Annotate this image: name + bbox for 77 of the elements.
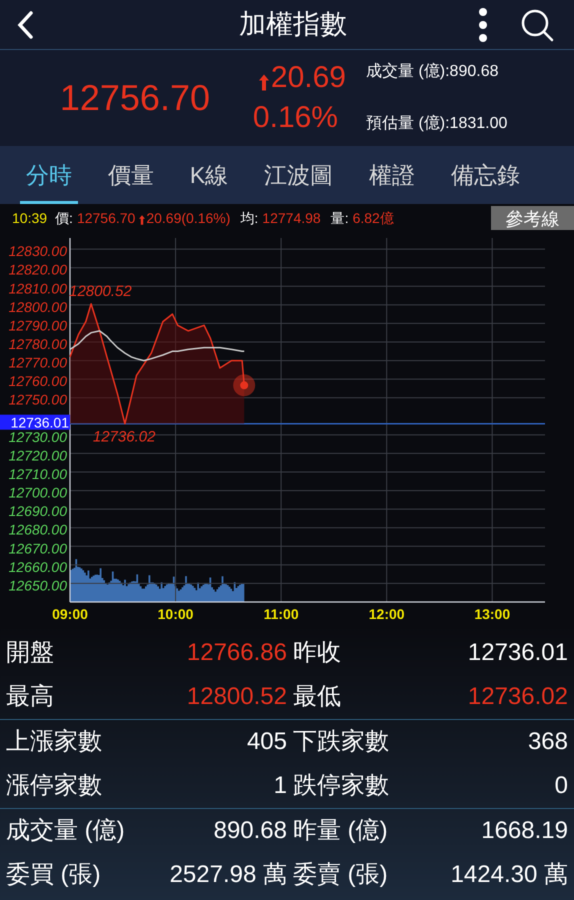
stat-label: 委買 (張) — [6, 860, 101, 890]
x-axis-label: 12:00 — [368, 606, 405, 622]
page-title: 加權指數 — [238, 8, 348, 42]
change-value: 20.69 — [270, 60, 346, 96]
stat-value: 12766.86 — [186, 638, 287, 668]
up-arrow-icon — [258, 74, 269, 90]
volume-text: 成交量 (億):890.68 — [366, 62, 500, 82]
stat-label: 委賣 (張) — [293, 860, 388, 890]
stat-label: 昨量 (億) — [293, 816, 388, 846]
tab[interactable]: K線 — [184, 146, 234, 204]
reference-value-tag: 12736.01 — [0, 414, 70, 431]
tab[interactable]: 價量 — [102, 146, 160, 204]
stat-value: 12736.02 — [468, 682, 568, 712]
stat-label: 跌停家數 — [293, 771, 389, 801]
y-axis-label: 12730.00 — [8, 428, 67, 445]
y-axis-label: 12720.00 — [8, 447, 67, 464]
index-price: 12756.70 — [58, 76, 210, 120]
y-axis-label: 12790.00 — [8, 317, 67, 334]
stat-label: 上漲家數 — [6, 727, 102, 757]
y-axis-label: 12770.00 — [8, 354, 67, 371]
y-axis-label: 12830.00 — [8, 243, 67, 260]
y-axis-label: 12800.00 — [8, 298, 67, 315]
price-label: 價: — [55, 208, 73, 228]
stat-label: 最低 — [293, 682, 341, 712]
stat-value: 12736.01 — [468, 638, 568, 668]
stat-label: 下跌家數 — [293, 727, 389, 757]
average-label: 均: — [240, 208, 258, 228]
y-axis-label: 12670.00 — [8, 540, 67, 556]
stat-value: 1424.30 萬 — [450, 860, 568, 890]
stat-value: 2527.98 萬 — [170, 860, 287, 890]
back-icon — [16, 10, 36, 40]
stat-label: 成交量 (億) — [6, 816, 125, 846]
search-button[interactable] — [520, 8, 554, 42]
stat-value: 890.68 — [214, 816, 287, 846]
tab[interactable]: 權證 — [363, 146, 422, 204]
tab[interactable]: 江波圖 — [258, 146, 340, 204]
stat-value: 405 — [246, 727, 287, 757]
tab[interactable]: 備忘錄 — [444, 146, 526, 204]
stat-label: 開盤 — [6, 638, 54, 668]
stat-value: 1 — [274, 771, 287, 801]
volume-value: 6.82億 — [352, 208, 394, 228]
price-value: 12756.70 — [76, 208, 136, 228]
y-axis-label: 12710.00 — [8, 466, 67, 482]
current-point — [233, 374, 256, 396]
x-axis-label: 09:00 — [52, 606, 88, 622]
time-text: 10:39 — [12, 208, 48, 228]
y-axis-label: 12820.00 — [8, 262, 67, 278]
x-axis-label: 11:00 — [264, 606, 299, 622]
stat-value: 12800.52 — [186, 682, 287, 712]
stat-label: 最高 — [6, 682, 54, 712]
change-percent: 0.16% — [252, 100, 338, 136]
stat-value: 1668.19 — [481, 816, 568, 846]
y-axis-label: 12660.00 — [8, 558, 67, 575]
x-axis-label: 10:00 — [158, 606, 194, 622]
stat-value: 368 — [528, 727, 568, 757]
y-axis-label: 12700.00 — [8, 484, 67, 501]
stat-value: 0 — [554, 771, 568, 801]
estimate-text: 預估量 (億):1831.00 — [366, 114, 508, 134]
y-axis-label: 12690.00 — [8, 503, 67, 520]
y-axis-label: 12760.00 — [8, 373, 67, 390]
volume-label: 量: — [330, 208, 349, 228]
y-axis-label: 12650.00 — [8, 577, 67, 594]
low-value-label: 12736.02 — [92, 428, 156, 446]
change-text: 20.69(0.16%) — [146, 208, 230, 228]
more-icon — [478, 8, 488, 42]
stat-label: 漲停家數 — [6, 771, 102, 801]
x-axis-label: 13:00 — [474, 606, 510, 622]
search-icon — [520, 8, 554, 42]
up-arrow-icon — [139, 214, 146, 224]
y-axis-label: 12680.00 — [8, 522, 67, 538]
average-value: 12774.98 — [262, 208, 321, 228]
ref-line-label: 12736.01 — [10, 414, 70, 431]
reference-line-button[interactable]: 參考線 — [491, 206, 574, 230]
stat-label: 昨收 — [293, 638, 341, 668]
y-axis-label: 12750.00 — [8, 392, 67, 408]
y-axis-label: 12780.00 — [8, 336, 67, 352]
y-axis-label: 12810.00 — [8, 280, 67, 296]
